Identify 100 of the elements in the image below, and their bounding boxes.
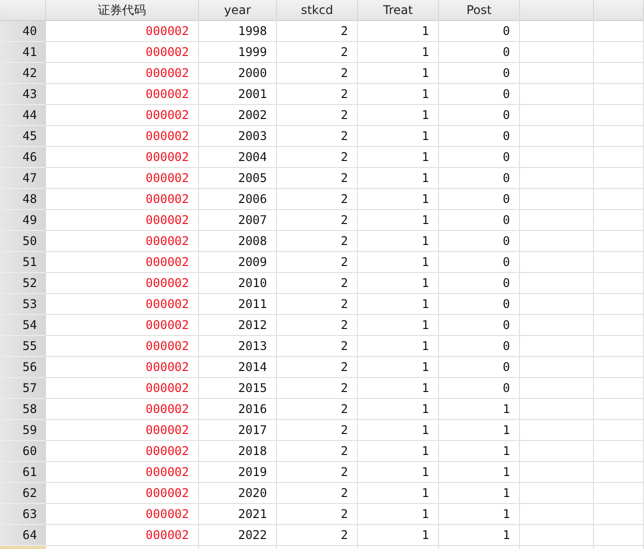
table-cell bbox=[594, 84, 644, 105]
table-cell: 1 bbox=[358, 441, 439, 462]
row-number[interactable]: 41 bbox=[0, 42, 46, 63]
table-cell: 000002 bbox=[46, 210, 199, 231]
table-cell: 000002 bbox=[46, 357, 199, 378]
table-cell: 2 bbox=[277, 378, 358, 399]
column-header[interactable]: 证券代码 bbox=[46, 0, 199, 21]
table-cell: 2005 bbox=[199, 168, 277, 189]
table-cell: 1 bbox=[439, 504, 520, 525]
table-cell: 2 bbox=[277, 441, 358, 462]
table-cell: 2009 bbox=[199, 252, 277, 273]
table-cell: 2 bbox=[277, 483, 358, 504]
table-cell bbox=[594, 504, 644, 525]
table-cell bbox=[594, 294, 644, 315]
table-cell: 2017 bbox=[199, 420, 277, 441]
table-cell: 2 bbox=[277, 357, 358, 378]
row-number[interactable]: 49 bbox=[0, 210, 46, 231]
table-cell: 2 bbox=[277, 168, 358, 189]
table-cell: 2 bbox=[277, 63, 358, 84]
row-number[interactable]: 63 bbox=[0, 504, 46, 525]
table-cell: 2000 bbox=[199, 63, 277, 84]
table-cell bbox=[594, 147, 644, 168]
table-cell: 2011 bbox=[199, 294, 277, 315]
table-cell: 1 bbox=[358, 168, 439, 189]
row-number[interactable]: 59 bbox=[0, 420, 46, 441]
table-cell: 2021 bbox=[199, 504, 277, 525]
table-cell bbox=[594, 441, 644, 462]
row-number[interactable]: 61 bbox=[0, 462, 46, 483]
table-cell: 000002 bbox=[46, 252, 199, 273]
table-cell: 1 bbox=[439, 462, 520, 483]
row-number[interactable]: 57 bbox=[0, 378, 46, 399]
row-number[interactable]: 47 bbox=[0, 168, 46, 189]
table-cell: 2003 bbox=[199, 126, 277, 147]
column-header[interactable]: Treat bbox=[358, 0, 439, 21]
row-number[interactable]: 60 bbox=[0, 441, 46, 462]
row-number[interactable]: 42 bbox=[0, 63, 46, 84]
table-cell: 000002 bbox=[46, 105, 199, 126]
table-cell bbox=[594, 336, 644, 357]
column-header[interactable]: year bbox=[199, 0, 277, 21]
column-header[interactable]: stkcd bbox=[277, 0, 358, 21]
table-cell bbox=[594, 525, 644, 546]
row-number[interactable]: 54 bbox=[0, 315, 46, 336]
table-cell: 2 bbox=[277, 42, 358, 63]
table-cell bbox=[594, 252, 644, 273]
row-number[interactable]: 55 bbox=[0, 336, 46, 357]
row-number[interactable]: 64 bbox=[0, 525, 46, 546]
row-number[interactable]: 51 bbox=[0, 252, 46, 273]
row-number[interactable]: 48 bbox=[0, 189, 46, 210]
column-header[interactable]: Post bbox=[439, 0, 520, 21]
row-number[interactable]: 45 bbox=[0, 126, 46, 147]
table-cell: 000002 bbox=[46, 504, 199, 525]
row-number[interactable]: 46 bbox=[0, 147, 46, 168]
table-cell: 0 bbox=[439, 126, 520, 147]
table-cell: 1 bbox=[358, 504, 439, 525]
table-cell: 000002 bbox=[46, 399, 199, 420]
table-cell bbox=[594, 42, 644, 63]
row-number[interactable]: 40 bbox=[0, 21, 46, 42]
table-cell: 000002 bbox=[46, 315, 199, 336]
table-cell: 2006 bbox=[199, 189, 277, 210]
table-cell: 2 bbox=[277, 315, 358, 336]
table-cell: 2 bbox=[277, 462, 358, 483]
row-number[interactable]: 53 bbox=[0, 294, 46, 315]
table-cell: 1 bbox=[358, 231, 439, 252]
table-cell: 2013 bbox=[199, 336, 277, 357]
table-cell bbox=[594, 21, 644, 42]
table-cell: 0 bbox=[439, 378, 520, 399]
table-cell bbox=[594, 210, 644, 231]
table-cell: 000002 bbox=[46, 231, 199, 252]
table-cell: 1999 bbox=[199, 42, 277, 63]
table-cell bbox=[594, 231, 644, 252]
table-cell: 0 bbox=[439, 294, 520, 315]
row-number[interactable]: 52 bbox=[0, 273, 46, 294]
row-number[interactable]: 43 bbox=[0, 84, 46, 105]
table-cell: 2 bbox=[277, 294, 358, 315]
table-cell: 0 bbox=[439, 42, 520, 63]
table-cell: 1 bbox=[358, 294, 439, 315]
table-cell: 2018 bbox=[199, 441, 277, 462]
table-cell: 0 bbox=[439, 189, 520, 210]
row-number[interactable]: 62 bbox=[0, 483, 46, 504]
table-cell: 2 bbox=[277, 210, 358, 231]
row-number[interactable]: 58 bbox=[0, 399, 46, 420]
table-cell: 0 bbox=[439, 21, 520, 42]
table-cell: 1 bbox=[358, 252, 439, 273]
table-cell: 000002 bbox=[46, 21, 199, 42]
row-number[interactable]: 50 bbox=[0, 231, 46, 252]
table-cell: 1 bbox=[358, 63, 439, 84]
row-number[interactable]: 44 bbox=[0, 105, 46, 126]
table-cell: 000002 bbox=[46, 294, 199, 315]
row-number[interactable]: 56 bbox=[0, 357, 46, 378]
table-cell bbox=[594, 399, 644, 420]
table-cell: 000002 bbox=[46, 441, 199, 462]
table-cell: 2022 bbox=[199, 525, 277, 546]
table-cell bbox=[594, 189, 644, 210]
table-cell: 000002 bbox=[46, 84, 199, 105]
table-cell: 0 bbox=[439, 63, 520, 84]
table-cell: 0 bbox=[439, 357, 520, 378]
table-cell: 000002 bbox=[46, 420, 199, 441]
table-cell: 0 bbox=[439, 336, 520, 357]
table-cell bbox=[594, 378, 644, 399]
table-cell: 0 bbox=[439, 84, 520, 105]
